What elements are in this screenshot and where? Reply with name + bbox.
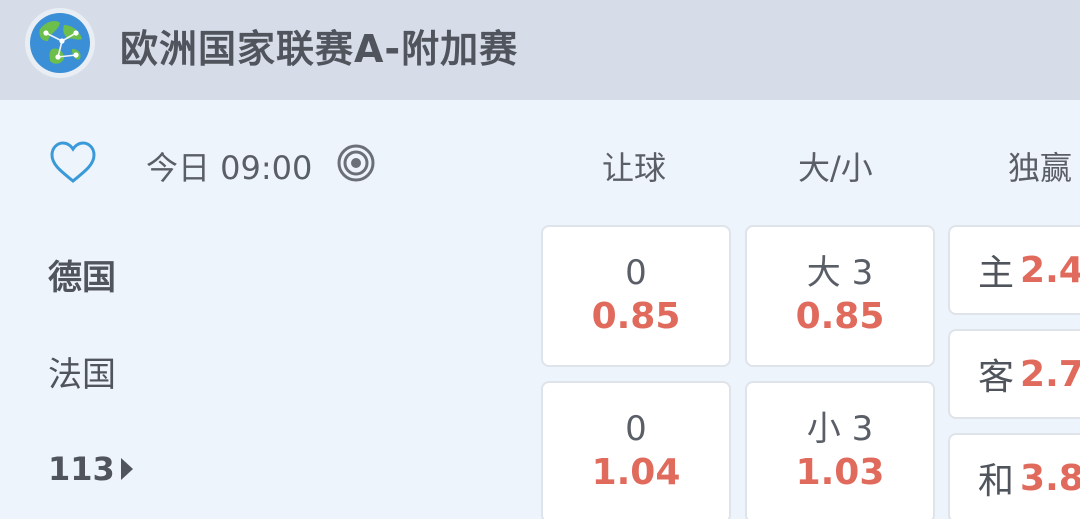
handicap-line: 0 (625, 253, 647, 293)
column-header-moneyline: 独赢 (1008, 149, 1073, 187)
moneyline-label: 主 (978, 253, 1015, 294)
more-markets-button[interactable]: 113 (48, 450, 133, 488)
moneyline-draw-odds[interactable]: 和 3.8 (948, 433, 1080, 519)
caret-right-icon (120, 458, 133, 480)
live-stats-icon[interactable] (336, 143, 376, 183)
home-team[interactable]: 德国 (48, 250, 116, 299)
league-header[interactable]: 欧洲国家联赛A-附加赛 (0, 0, 1080, 100)
away-team[interactable]: 法国 (48, 347, 116, 396)
over-odds[interactable]: 大 3 0.85 (745, 225, 935, 367)
moneyline-away-odds[interactable]: 客 2.7 (948, 329, 1080, 419)
league-title: 欧洲国家联赛A-附加赛 (120, 27, 519, 71)
handicap-away-odds[interactable]: 0 1.04 (541, 381, 731, 519)
column-header-over-under: 大/小 (798, 149, 873, 187)
handicap-line: 0 (625, 409, 647, 449)
under-line: 小 3 (806, 409, 874, 449)
odds-price: 1.04 (591, 452, 681, 493)
handicap-home-odds[interactable]: 0 0.85 (541, 225, 731, 367)
heart-icon[interactable] (48, 138, 98, 188)
odds-price: 0.85 (591, 296, 681, 337)
odds-price: 2.4 (1020, 249, 1080, 291)
more-markets-count: 113 (48, 450, 115, 488)
moneyline-label: 和 (978, 461, 1015, 502)
odds-price: 2.7 (1020, 353, 1080, 395)
moneyline-home-odds[interactable]: 主 2.4 (948, 225, 1080, 315)
under-odds[interactable]: 小 3 1.03 (745, 381, 935, 519)
moneyline-label: 客 (978, 357, 1015, 398)
over-line: 大 3 (806, 253, 874, 293)
column-header-handicap: 让球 (602, 149, 667, 187)
odds-price: 3.8 (1020, 457, 1080, 499)
match-time: 今日 09:00 (146, 149, 313, 187)
odds-price: 0.85 (795, 296, 885, 337)
globe-icon (25, 8, 95, 78)
odds-price: 1.03 (795, 452, 885, 493)
